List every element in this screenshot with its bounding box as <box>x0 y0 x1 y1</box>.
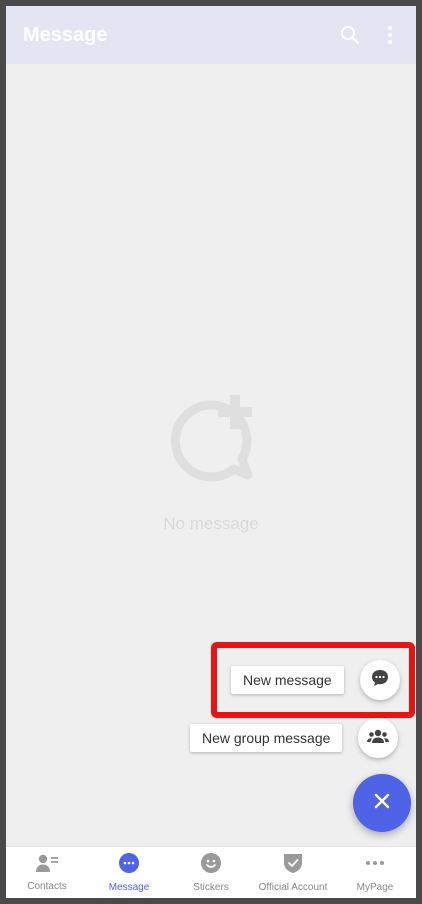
shield-check-icon <box>283 852 303 879</box>
nav-item-contacts[interactable]: Contacts <box>6 847 88 898</box>
more-horiz-icon <box>364 852 386 879</box>
more-vert-icon[interactable] <box>370 15 410 55</box>
close-icon <box>373 792 391 815</box>
phone-screen: Message No message New message New group <box>6 6 416 898</box>
nav-item-mypage[interactable]: MyPage <box>334 847 416 898</box>
close-fab-button[interactable] <box>353 774 411 832</box>
nav-item-stickers[interactable]: Stickers <box>170 847 252 898</box>
new-group-message-row[interactable]: New group message <box>190 718 399 758</box>
new-group-message-button[interactable] <box>358 718 399 758</box>
page-title: Message <box>23 23 108 46</box>
new-group-message-label[interactable]: New group message <box>190 724 343 752</box>
highlight-box <box>211 642 415 718</box>
app-bar: Message <box>6 6 416 64</box>
search-icon[interactable] <box>330 15 370 55</box>
bottom-navigation: Contacts Message Stickers Official Accou… <box>6 846 416 898</box>
nav-label-official-account: Official Account <box>258 882 328 893</box>
sticker-icon <box>200 852 222 879</box>
nav-label-mypage: MyPage <box>356 882 394 893</box>
nav-item-official-account[interactable]: Official Account <box>252 847 334 898</box>
message-icon <box>118 852 140 879</box>
nav-label-stickers: Stickers <box>193 882 229 893</box>
nav-item-message[interactable]: Message <box>88 847 170 898</box>
nav-label-message: Message <box>108 882 150 893</box>
group-icon <box>367 728 390 749</box>
contacts-icon <box>36 853 58 878</box>
nav-label-contacts: Contacts <box>27 881 67 892</box>
